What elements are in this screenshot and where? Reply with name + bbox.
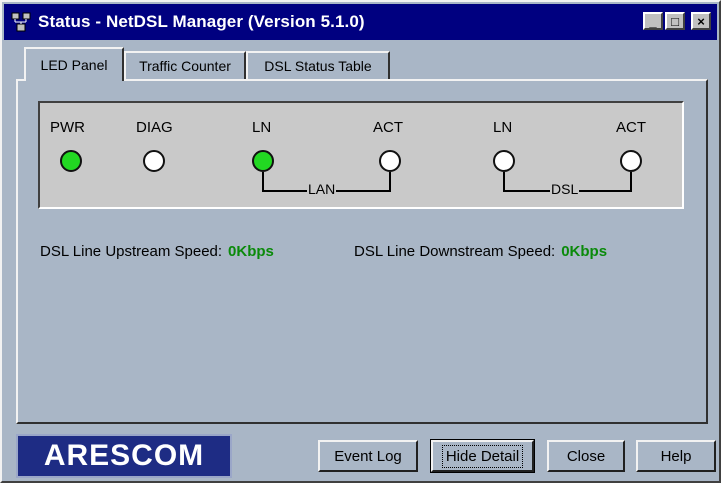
dsl-group-label: DSL — [550, 181, 580, 197]
led-label-lan-act: ACT — [373, 119, 403, 136]
arescom-logo: ARESCOM — [16, 434, 232, 478]
network-icon — [11, 12, 31, 32]
tab-dsl-status-table[interactable]: DSL Status Table — [246, 51, 390, 79]
window-title: Status - NetDSL Manager (Version 5.1.0) — [38, 12, 365, 31]
led-box: PWR DIAG LN ACT LN ACT LAN DSL — [38, 101, 684, 209]
downstream-speed: DSL Line Downstream Speed: 0Kbps — [354, 243, 607, 260]
dsl-wire-right — [630, 172, 632, 191]
hide-detail-button[interactable]: Hide Detail — [430, 439, 535, 473]
event-log-button[interactable]: Event Log — [318, 440, 418, 472]
led-label-dsl-act: ACT — [616, 119, 646, 136]
upstream-speed: DSL Line Upstream Speed: 0Kbps — [40, 243, 274, 260]
close-button[interactable]: Close — [547, 440, 625, 472]
led-dsl-act — [620, 150, 642, 172]
upstream-speed-value: 0Kbps — [228, 243, 274, 260]
minimize-button[interactable]: _ — [643, 12, 663, 30]
downstream-speed-value: 0Kbps — [561, 243, 608, 260]
lan-group-label: LAN — [307, 181, 337, 197]
tab-traffic-counter[interactable]: Traffic Counter — [124, 51, 246, 79]
led-label-pwr: PWR — [50, 119, 85, 136]
help-button[interactable]: Help — [636, 440, 716, 472]
status-window: Status - NetDSL Manager (Version 5.1.0) … — [0, 0, 721, 483]
lan-wire-left — [262, 172, 264, 191]
close-window-button[interactable]: × — [691, 12, 711, 30]
led-lan-act — [379, 150, 401, 172]
dsl-wire-left — [503, 172, 505, 191]
tab-led-panel[interactable]: LED Panel — [24, 47, 124, 81]
hide-detail-label: Hide Detail — [441, 444, 524, 468]
upstream-speed-label: DSL Line Upstream Speed: — [40, 243, 223, 260]
led-label-lan-ln: LN — [252, 119, 272, 136]
led-pwr — [60, 150, 82, 172]
led-lan-ln — [252, 150, 274, 172]
led-diag — [143, 150, 165, 172]
led-dsl-ln — [493, 150, 515, 172]
window-controls: _ □ × — [643, 12, 711, 30]
led-label-dsl-ln: LN — [493, 119, 513, 136]
led-panel: PWR DIAG LN ACT LN ACT LAN DSL DSL Line … — [16, 79, 708, 424]
lan-wire-right — [389, 172, 391, 191]
led-label-diag: DIAG — [136, 119, 173, 136]
maximize-button[interactable]: □ — [665, 12, 685, 30]
title-bar[interactable]: Status - NetDSL Manager (Version 5.1.0) … — [4, 4, 717, 40]
downstream-speed-label: DSL Line Downstream Speed: — [354, 243, 556, 260]
